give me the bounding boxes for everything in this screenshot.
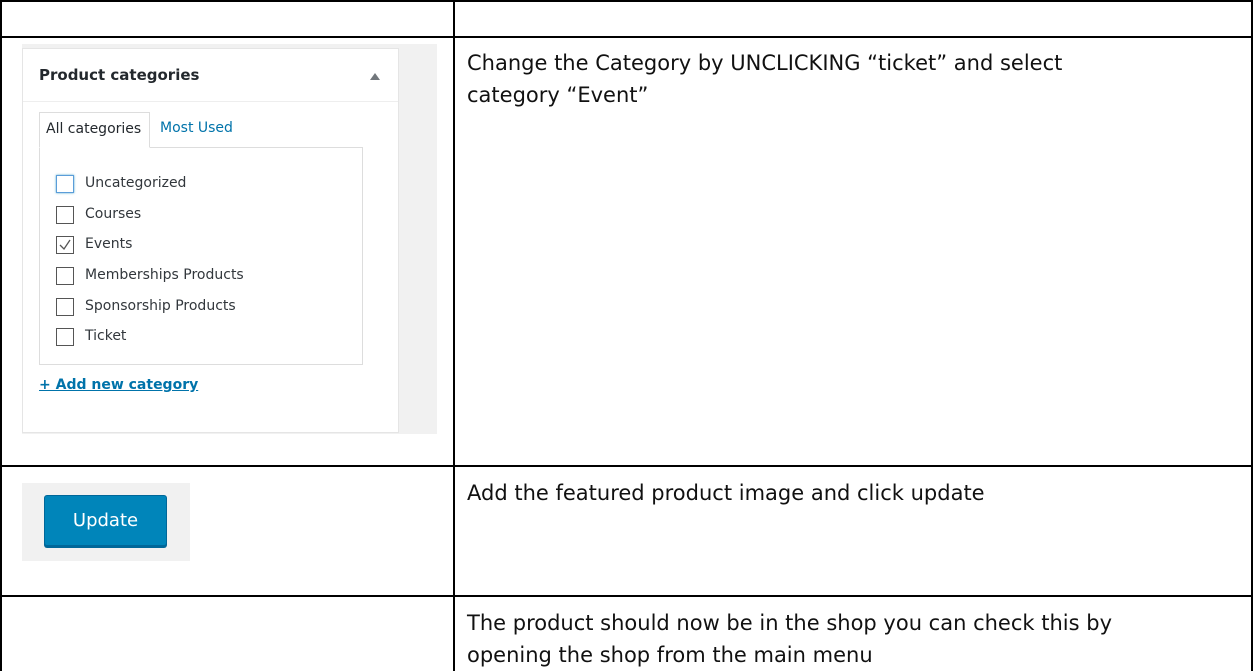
instruction-row1-line1: Change the Category by UNCLICKING “ticke…	[467, 51, 1063, 75]
checkbox-ticket[interactable]	[56, 328, 74, 346]
checkbox-uncategorized[interactable]	[56, 175, 74, 193]
category-label: Uncategorized	[85, 175, 187, 191]
tab-all-categories-label: All categories	[46, 121, 142, 137]
instruction-row1-line2: category “Event”	[467, 83, 649, 107]
collapse-arrow-icon[interactable]	[370, 73, 380, 80]
instruction-row3: The product should now be in the shop yo…	[467, 607, 1227, 671]
add-new-category-link[interactable]: + Add new category	[39, 377, 198, 393]
tab-all-categories[interactable]: All categories	[39, 112, 150, 148]
update-button-screenshot: Update	[22, 483, 190, 561]
table-border-top	[0, 0, 1253, 2]
table-border-row3	[0, 595, 1253, 597]
tab-most-used[interactable]: Most Used	[160, 120, 233, 136]
category-label: Ticket	[85, 328, 127, 344]
instruction-row1: Change the Category by UNCLICKING “ticke…	[467, 47, 1227, 111]
checkbox-events[interactable]	[56, 236, 74, 254]
category-checklist: Uncategorized Courses Events Memberships…	[39, 147, 363, 365]
instruction-row3-line2: opening the shop from the main menu	[467, 643, 873, 667]
category-label: Memberships Products	[85, 267, 244, 283]
instruction-row3-line1: The product should now be in the shop yo…	[467, 611, 1112, 635]
table-border-row2	[0, 465, 1253, 467]
checkbox-sponsorship-products[interactable]	[56, 298, 74, 316]
product-categories-screenshot: Product categories All categories Most U…	[22, 44, 437, 434]
category-label: Events	[85, 236, 133, 252]
checkmark-icon	[59, 239, 71, 251]
instruction-row2: Add the featured product image and click…	[467, 481, 985, 505]
update-button[interactable]: Update	[44, 495, 167, 546]
table-border-row1	[0, 36, 1253, 38]
table-border-left	[0, 0, 2, 671]
panel-title: Product categories	[39, 66, 200, 84]
checkbox-courses[interactable]	[56, 206, 74, 224]
product-categories-panel: Product categories All categories Most U…	[22, 48, 399, 433]
table-border-middle	[453, 0, 455, 671]
category-label: Sponsorship Products	[85, 298, 236, 314]
category-label: Courses	[85, 206, 142, 222]
panel-header[interactable]: Product categories	[23, 49, 398, 102]
checkbox-memberships-products[interactable]	[56, 267, 74, 285]
